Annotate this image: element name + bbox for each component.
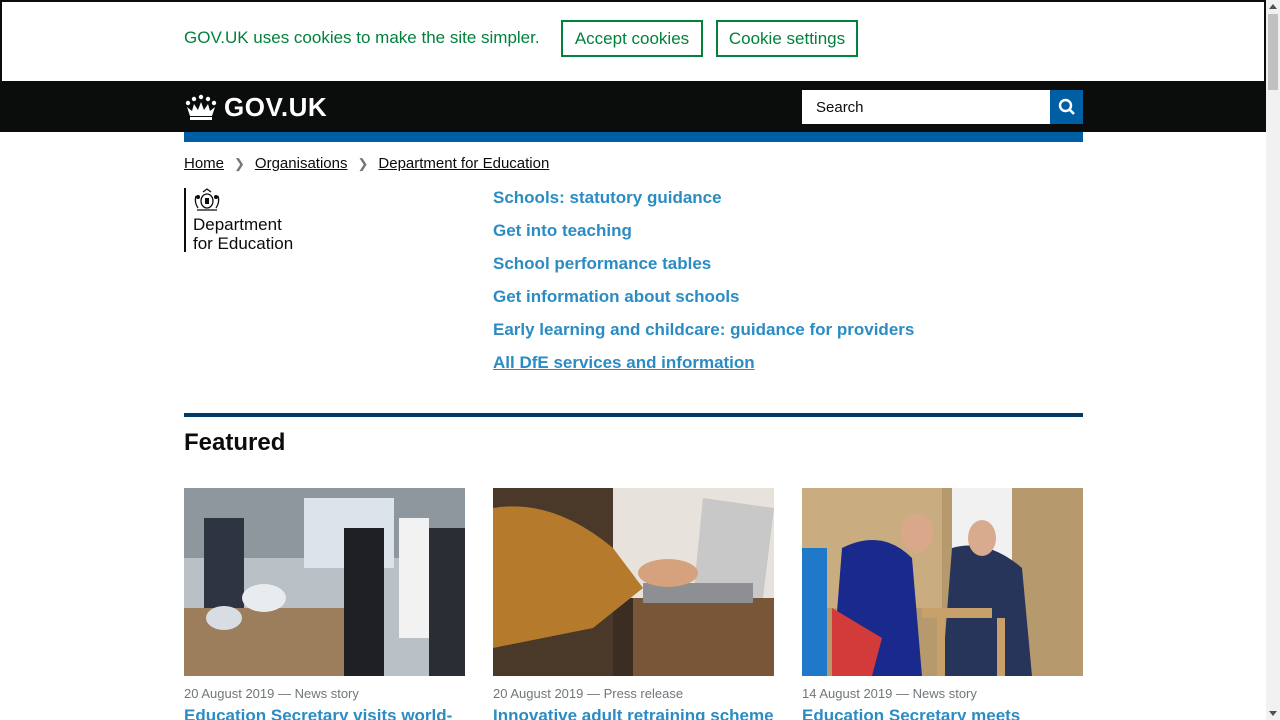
royal-crest-icon <box>194 188 220 211</box>
cookie-settings-button[interactable]: Cookie settings <box>716 20 858 57</box>
search-icon <box>1058 98 1075 115</box>
card-title-link[interactable]: Education Secretary meets <box>802 705 1083 720</box>
scroll-up-icon[interactable] <box>1269 4 1277 9</box>
link-get-into-teaching[interactable]: Get into teaching <box>493 220 914 253</box>
accept-cookies-button[interactable]: Accept cookies <box>561 20 703 57</box>
breadcrumb-organisations[interactable]: Organisations <box>255 155 348 172</box>
logo-text: GOV.UK <box>224 91 328 122</box>
cookie-banner: GOV.UK uses cookies to make the site sim… <box>0 0 1266 81</box>
link-school-performance-tables[interactable]: School performance tables <box>493 253 914 286</box>
card-meta: 20 August 2019 — News story <box>184 686 359 701</box>
card-image[interactable] <box>493 488 774 676</box>
link-all-dfe-services[interactable]: All DfE services and information <box>493 352 914 385</box>
govuk-logo[interactable]: GOV.UK <box>184 92 327 122</box>
card-meta: 20 August 2019 — Press release <box>493 686 684 701</box>
featured-card[interactable]: 20 August 2019 — News story Education Se… <box>184 488 465 720</box>
featured-card[interactable]: 20 August 2019 — Press release Innovativ… <box>493 488 774 720</box>
scroll-thumb[interactable] <box>1268 14 1278 90</box>
scroll-down-icon[interactable] <box>1269 711 1277 716</box>
breadcrumb-home[interactable]: Home <box>184 155 224 172</box>
header-blue-bar <box>184 132 1083 142</box>
card-image[interactable] <box>802 488 1083 676</box>
featured-divider <box>184 413 1083 417</box>
site-header: GOV.UK <box>0 81 1266 132</box>
organisation-logo: Department for Education <box>184 188 293 253</box>
link-early-learning-childcare[interactable]: Early learning and childcare: guidance f… <box>493 319 914 352</box>
featured-card[interactable]: 14 August 2019 — News story Education Se… <box>802 488 1083 720</box>
organisation-name: Department for Education <box>193 215 294 253</box>
quick-links: Schools: statutory guidance Get into tea… <box>493 187 914 385</box>
chevron-right-icon: ❯ <box>234 155 245 171</box>
cookie-message: GOV.UK uses cookies to make the site sim… <box>184 28 540 47</box>
card-image[interactable] <box>184 488 465 676</box>
chevron-right-icon: ❯ <box>357 155 369 171</box>
link-get-information-about-schools[interactable]: Get information about schools <box>493 286 914 319</box>
breadcrumb: Home ❯ Organisations ❯ Department for Ed… <box>184 155 549 172</box>
card-title-link[interactable]: Innovative adult retraining scheme <box>493 705 774 720</box>
search-input[interactable] <box>802 90 1050 124</box>
search-button[interactable] <box>1050 90 1083 124</box>
card-meta: 14 August 2019 — News story <box>802 686 977 701</box>
link-statutory-guidance[interactable]: Schools: statutory guidance <box>493 187 914 220</box>
crown-icon <box>185 94 217 120</box>
card-title-link[interactable]: Education Secretary visits world- <box>184 705 465 720</box>
featured-heading: Featured <box>184 429 286 456</box>
page-scrollbar[interactable] <box>1266 0 1280 720</box>
breadcrumb-department[interactable]: Department for Education <box>378 155 549 172</box>
